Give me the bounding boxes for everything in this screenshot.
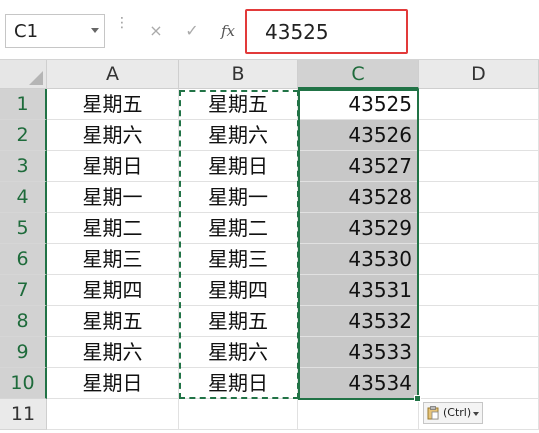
name-box[interactable]: C1 — [5, 14, 105, 48]
cell-b5[interactable]: 星期二 — [179, 213, 298, 244]
cell-a9[interactable]: 星期六 — [47, 337, 179, 368]
chevron-down-icon — [473, 412, 479, 416]
cell-d5[interactable] — [419, 213, 539, 244]
cell-a5[interactable]: 星期二 — [47, 213, 179, 244]
row-header[interactable]: 1 — [0, 89, 47, 120]
clipboard-icon — [427, 406, 439, 420]
cell-d4[interactable] — [419, 182, 539, 213]
cell-c6[interactable]: 43530 — [298, 244, 419, 275]
cell-c9[interactable]: 43533 — [298, 337, 419, 368]
formula-value: 43525 — [265, 20, 329, 44]
row-header[interactable]: 4 — [0, 182, 47, 213]
select-all-icon — [29, 71, 43, 85]
cell-a11[interactable] — [47, 399, 179, 430]
cell-b3[interactable]: 星期日 — [179, 151, 298, 182]
cell-c1[interactable]: 43525 — [298, 89, 419, 120]
cell-c10[interactable]: 43534 — [298, 368, 419, 399]
chevron-down-icon[interactable] — [91, 28, 99, 33]
row-header[interactable]: 9 — [0, 337, 47, 368]
column-header-b[interactable]: B — [179, 60, 298, 89]
cell-c2[interactable]: 43526 — [298, 120, 419, 151]
cell-b4[interactable]: 星期一 — [179, 182, 298, 213]
cell-b11[interactable] — [179, 399, 298, 430]
cell-c4[interactable]: 43528 — [298, 182, 419, 213]
cell-c8[interactable]: 43532 — [298, 306, 419, 337]
name-box-value: C1 — [14, 21, 39, 42]
cell-a10[interactable]: 星期日 — [47, 368, 179, 399]
cell-c7[interactable]: 43531 — [298, 275, 419, 306]
row-header[interactable]: 7 — [0, 275, 47, 306]
enter-icon[interactable]: ✓ — [180, 19, 204, 43]
cell-b1[interactable]: 星期五 — [179, 89, 298, 120]
row-header[interactable]: 6 — [0, 244, 47, 275]
cell-c3[interactable]: 43527 — [298, 151, 419, 182]
row-header[interactable]: 3 — [0, 151, 47, 182]
select-all-button[interactable] — [0, 60, 47, 89]
formula-buttons: × ✓ fx — [138, 14, 246, 48]
row-header[interactable]: 10 — [0, 368, 47, 399]
cell-d7[interactable] — [419, 275, 539, 306]
row-header[interactable]: 2 — [0, 120, 47, 151]
cell-a7[interactable]: 星期四 — [47, 275, 179, 306]
formula-bar: C1 ⋮ × ✓ fx 43525 — [0, 0, 539, 60]
formula-input[interactable]: 43525 — [245, 9, 408, 54]
cell-d10[interactable] — [419, 368, 539, 399]
cell-c11[interactable] — [298, 399, 419, 430]
fill-handle[interactable] — [414, 395, 421, 402]
cell-d2[interactable] — [419, 120, 539, 151]
cell-d3[interactable] — [419, 151, 539, 182]
cell-a8[interactable]: 星期五 — [47, 306, 179, 337]
paste-options-label: (Ctrl) — [443, 406, 472, 419]
cell-c5[interactable]: 43529 — [298, 213, 419, 244]
cell-a3[interactable]: 星期日 — [47, 151, 179, 182]
column-header-c[interactable]: C — [298, 60, 419, 89]
cell-d9[interactable] — [419, 337, 539, 368]
cell-b8[interactable]: 星期五 — [179, 306, 298, 337]
row-header[interactable]: 8 — [0, 306, 47, 337]
cell-b9[interactable]: 星期六 — [179, 337, 298, 368]
cell-a1[interactable]: 星期五 — [47, 89, 179, 120]
column-header-d[interactable]: D — [419, 60, 539, 89]
insert-function-icon[interactable]: fx — [216, 19, 240, 43]
cell-a2[interactable]: 星期六 — [47, 120, 179, 151]
row-header[interactable]: 5 — [0, 213, 47, 244]
cell-a4[interactable]: 星期一 — [47, 182, 179, 213]
drag-handle-icon[interactable]: ⋮ — [115, 16, 129, 42]
cell-b2[interactable]: 星期六 — [179, 120, 298, 151]
cell-d8[interactable] — [419, 306, 539, 337]
cell-a6[interactable]: 星期三 — [47, 244, 179, 275]
cell-b7[interactable]: 星期四 — [179, 275, 298, 306]
cell-d1[interactable] — [419, 89, 539, 120]
paste-options-button[interactable]: (Ctrl) — [423, 402, 483, 424]
cancel-icon[interactable]: × — [144, 19, 168, 43]
cell-b6[interactable]: 星期三 — [179, 244, 298, 275]
cell-b10[interactable]: 星期日 — [179, 368, 298, 399]
row-header[interactable]: 11 — [0, 399, 47, 430]
cell-d6[interactable] — [419, 244, 539, 275]
column-header-a[interactable]: A — [47, 60, 179, 89]
